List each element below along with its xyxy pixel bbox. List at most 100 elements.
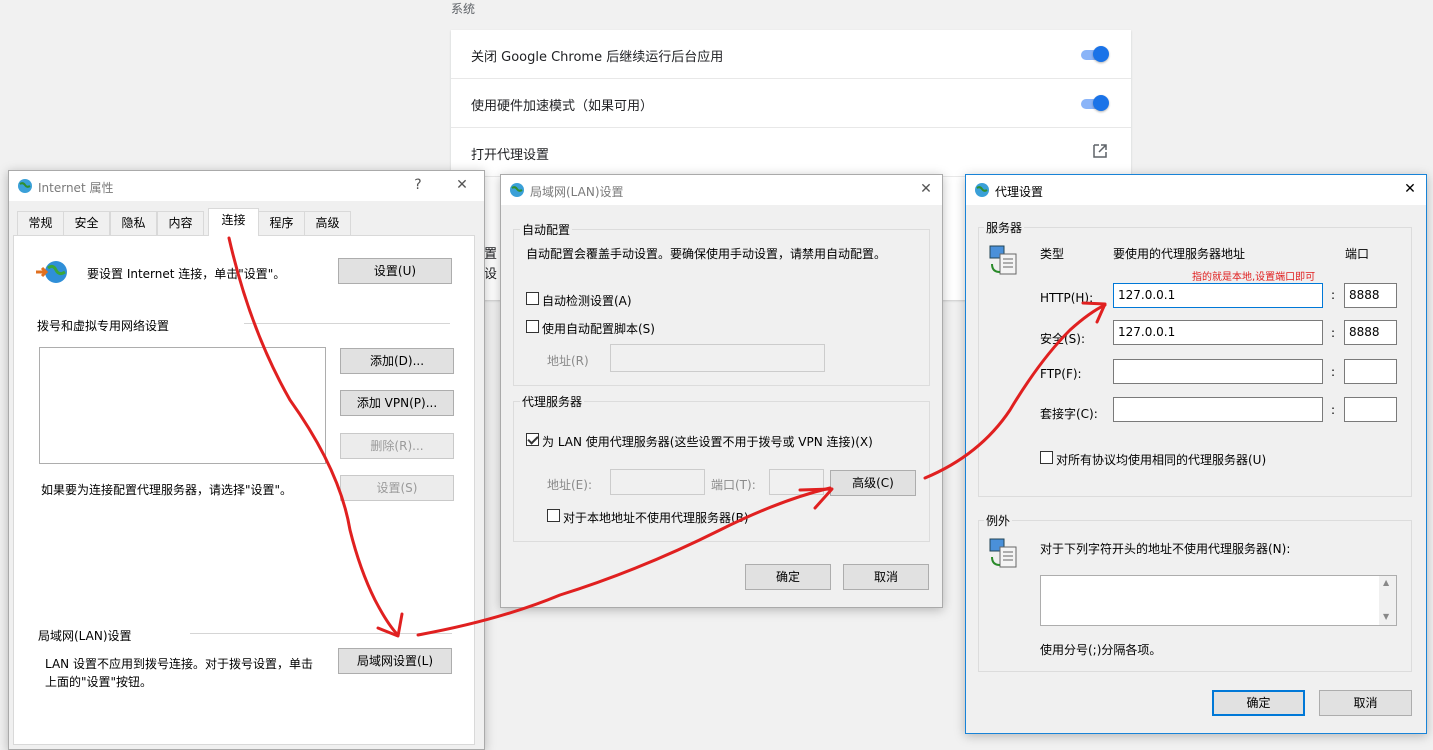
- advanced-button[interactable]: 高级(C): [830, 470, 916, 496]
- lan-text-line2: 上面的"设置"按钮。: [45, 675, 153, 689]
- window-title: Internet 属性: [38, 181, 114, 195]
- setup-text: 要设置 Internet 连接，单击"设置"。: [87, 267, 286, 281]
- http-address-input[interactable]: 127.0.0.1: [1113, 283, 1323, 308]
- hardware-acceleration-toggle[interactable]: [1079, 95, 1109, 111]
- help-button[interactable]: ?: [407, 175, 429, 195]
- secure-label: 安全(S):: [1040, 332, 1086, 346]
- exceptions-instruction: 对于下列字符开头的地址不使用代理服务器(N):: [1040, 542, 1291, 556]
- same-proxy-checkbox[interactable]: [1040, 451, 1053, 464]
- http-label: HTTP(H):: [1040, 291, 1094, 305]
- port-label: 端口(T):: [711, 478, 756, 492]
- col-port-header: 端口: [1345, 247, 1370, 261]
- divider: [190, 633, 452, 634]
- ftp-label: FTP(F):: [1040, 367, 1082, 381]
- cancel-button[interactable]: 取消: [843, 564, 929, 590]
- colon: :: [1331, 403, 1336, 417]
- tab-security[interactable]: 安全: [63, 211, 110, 235]
- tab-general[interactable]: 常规: [17, 211, 64, 235]
- exceptions-label: 例外: [984, 512, 1013, 529]
- proxy-port-input[interactable]: [769, 469, 824, 495]
- internet-globe-icon: [510, 183, 524, 197]
- auto-config-description: 自动配置会覆盖手动设置。要确保使用手动设置，请禁用自动配置。: [526, 247, 887, 261]
- server-computer-icon: [989, 538, 1017, 568]
- colon: :: [1331, 326, 1336, 340]
- auto-detect-checkbox[interactable]: [526, 292, 539, 305]
- cancel-button[interactable]: 取消: [1319, 690, 1412, 716]
- internet-globe-icon: [975, 183, 989, 197]
- auto-config-label: 自动配置: [520, 221, 573, 238]
- proxy-note: 如果要为连接配置代理服务器，请选择"设置"。: [41, 483, 293, 497]
- ftp-address-input[interactable]: [1113, 359, 1323, 384]
- socks-address-input[interactable]: [1113, 397, 1323, 422]
- col-address-header: 要使用的代理服务器地址: [1113, 247, 1246, 261]
- title-bar: Internet 属性 ? ✕: [9, 171, 484, 201]
- lan-text-line1: LAN 设置不应用到拨号连接。对于拨号设置，单击: [45, 657, 313, 671]
- proxy-server-label: 代理服务器: [520, 393, 585, 410]
- proxy-address-input[interactable]: [610, 469, 705, 495]
- background-apps-toggle[interactable]: [1079, 46, 1109, 62]
- annotation-note: 指的就是本地,设置端口即可: [1192, 272, 1316, 283]
- same-proxy-label: 对所有协议均使用相同的代理服务器(U): [1056, 453, 1267, 467]
- tab-privacy[interactable]: 隐私: [110, 211, 157, 235]
- window-title: 代理设置: [995, 185, 1044, 199]
- open-proxy-settings-label: 打开代理设置: [471, 148, 550, 163]
- exceptions-hint: 使用分号(;)分隔各项。: [1040, 643, 1162, 657]
- http-port-input[interactable]: 8888: [1344, 283, 1397, 308]
- socks-label: 套接字(C):: [1040, 407, 1098, 421]
- script-address-label: 地址(R): [547, 354, 589, 368]
- connections-list[interactable]: [39, 347, 326, 464]
- partial-setting-text: 置 设: [484, 247, 498, 282]
- hardware-acceleration-row[interactable]: 使用硬件加速模式（如果可用）: [451, 79, 1131, 128]
- tab-content[interactable]: 内容: [157, 211, 204, 235]
- bypass-local-checkbox[interactable]: [547, 509, 560, 522]
- tab-connections[interactable]: 连接: [208, 208, 259, 236]
- exceptions-scrollbar[interactable]: ▲ ▼: [1379, 576, 1396, 625]
- colon: :: [1331, 288, 1336, 302]
- secure-address-input[interactable]: 127.0.0.1: [1113, 320, 1323, 345]
- server-computer-icon: [989, 245, 1017, 275]
- network-globe-icon: [36, 261, 67, 283]
- scroll-down-icon[interactable]: ▼: [1383, 612, 1389, 621]
- close-button[interactable]: ✕: [1399, 179, 1421, 199]
- tab-advanced[interactable]: 高级: [304, 211, 351, 235]
- use-script-label: 使用自动配置脚本(S): [542, 322, 655, 336]
- use-proxy-checkbox[interactable]: [526, 433, 539, 446]
- col-type-header: 类型: [1040, 247, 1065, 261]
- open-proxy-settings-row[interactable]: 打开代理设置: [451, 128, 1131, 177]
- lan-settings-button[interactable]: 局域网设置(L): [338, 648, 452, 674]
- background-apps-label: 关闭 Google Chrome 后继续运行后台应用: [471, 50, 724, 65]
- add-vpn-button[interactable]: 添加 VPN(P)...: [340, 390, 454, 416]
- ftp-port-input[interactable]: [1344, 359, 1397, 384]
- exceptions-textarea[interactable]: [1040, 575, 1397, 626]
- background-apps-row[interactable]: 关闭 Google Chrome 后继续运行后台应用: [451, 30, 1131, 79]
- auto-detect-label: 自动检测设置(A): [542, 294, 632, 308]
- colon: :: [1331, 365, 1336, 379]
- settings-button[interactable]: 设置(S): [340, 475, 454, 501]
- section-title: 系统: [451, 2, 476, 16]
- ok-button[interactable]: 确定: [745, 564, 831, 590]
- bypass-local-label: 对于本地地址不使用代理服务器(B): [563, 511, 749, 525]
- close-button[interactable]: ✕: [451, 175, 473, 195]
- dialup-vpn-label: 拨号和虚拟专用网络设置: [37, 319, 170, 333]
- ok-button[interactable]: 确定: [1212, 690, 1305, 716]
- external-link-icon[interactable]: [1092, 143, 1108, 159]
- tab-programs[interactable]: 程序: [258, 211, 305, 235]
- close-button[interactable]: ✕: [915, 179, 937, 199]
- use-proxy-label: 为 LAN 使用代理服务器(这些设置不用于拨号或 VPN 连接)(X): [542, 435, 873, 449]
- scroll-up-icon[interactable]: ▲: [1383, 578, 1389, 587]
- setup-button[interactable]: 设置(U): [338, 258, 452, 284]
- socks-port-input[interactable]: [1344, 397, 1397, 422]
- hardware-acceleration-label: 使用硬件加速模式（如果可用）: [471, 99, 654, 114]
- internet-globe-icon: [18, 179, 32, 193]
- lan-settings-label: 局域网(LAN)设置: [38, 629, 132, 643]
- script-address-input[interactable]: [610, 344, 825, 372]
- secure-port-input[interactable]: 8888: [1344, 320, 1397, 345]
- proxy-address-label: 地址(E):: [547, 478, 592, 492]
- add-button[interactable]: 添加(D)...: [340, 348, 454, 374]
- remove-button[interactable]: 删除(R)...: [340, 433, 454, 459]
- use-script-checkbox[interactable]: [526, 320, 539, 333]
- divider: [244, 323, 450, 324]
- title-bar: 代理设置 ✕: [966, 175, 1426, 205]
- title-bar: 局域网(LAN)设置 ✕: [501, 175, 942, 205]
- servers-label: 服务器: [984, 219, 1025, 236]
